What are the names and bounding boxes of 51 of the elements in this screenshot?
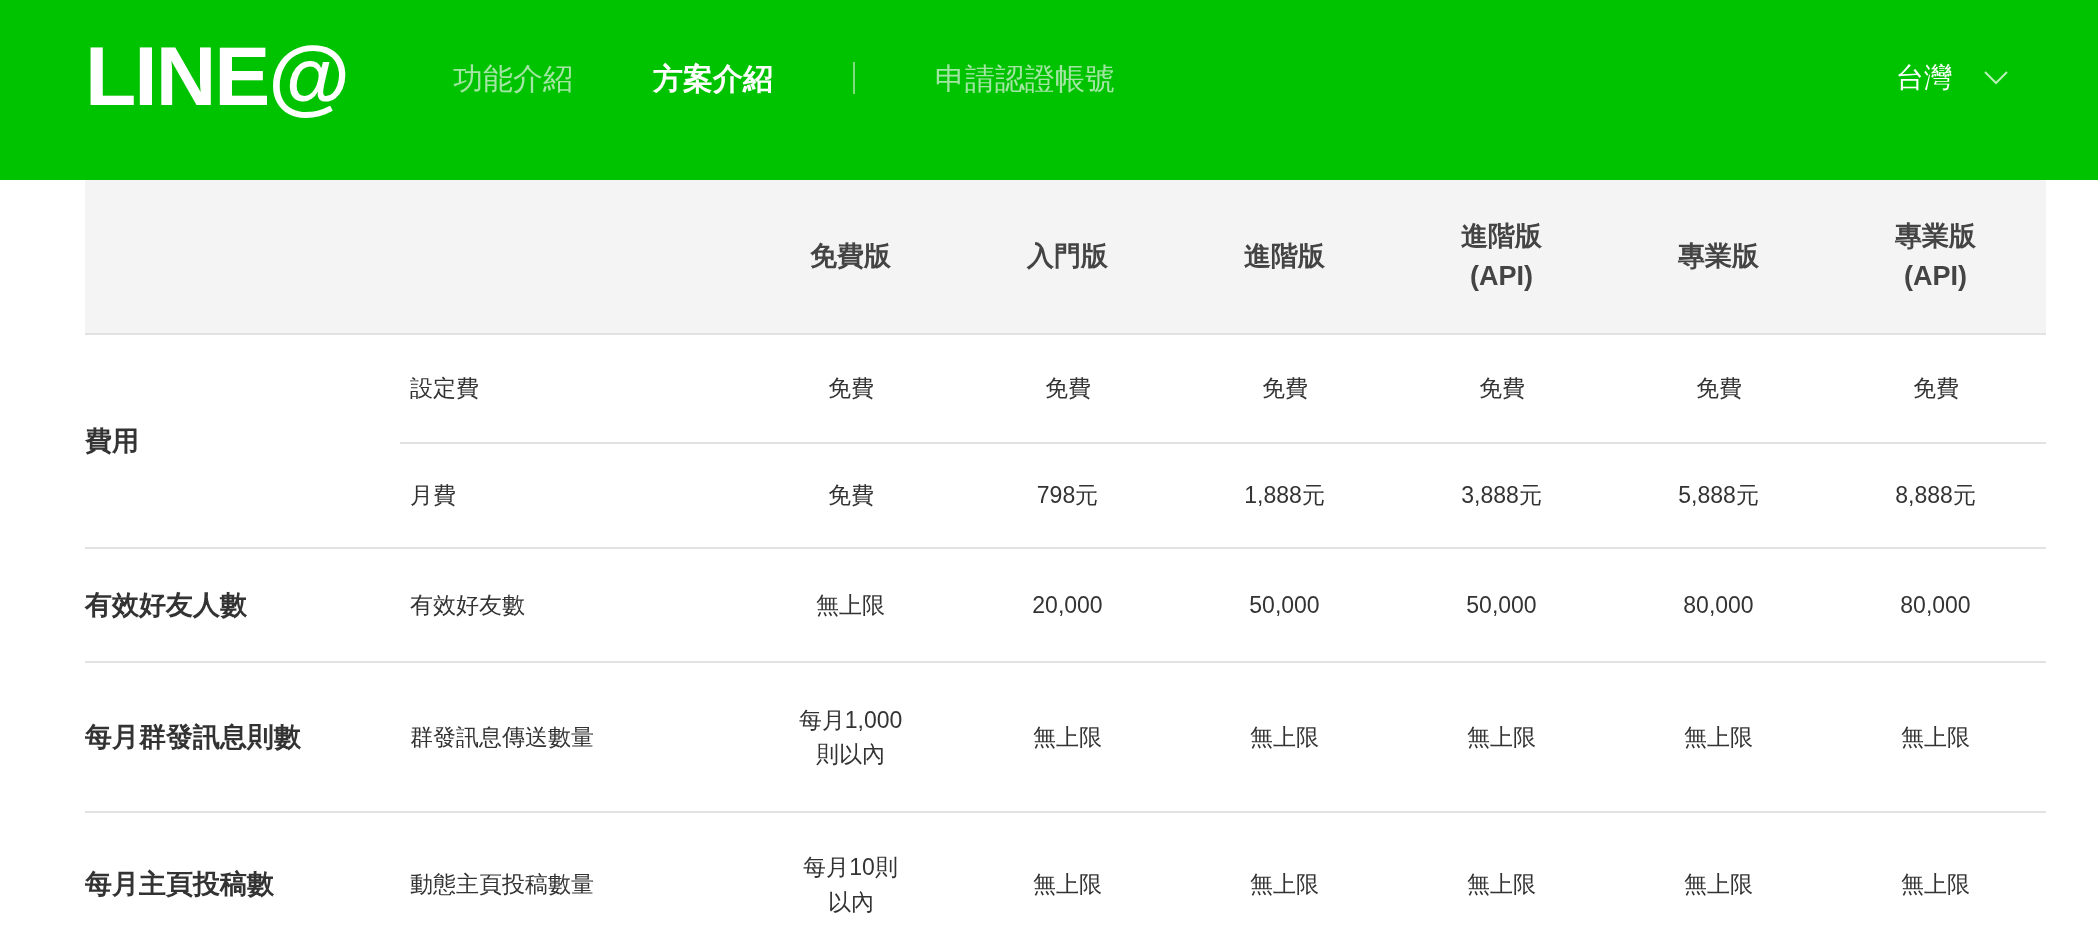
table-cell-text: 免費	[1261, 374, 1308, 404]
row-label: 有效好友數	[409, 590, 526, 620]
table-cell-text: 免費	[827, 374, 874, 404]
table-cell-text: 50,000	[1249, 590, 1320, 620]
table-cell-text: 8,888元	[1895, 481, 1976, 511]
table-cell-text: 50,000	[1466, 590, 1537, 620]
table-cell-text: 每月1,000則以內	[797, 705, 904, 769]
table-cell-text: 無上限	[1033, 722, 1102, 752]
table-cell-text: 無上限	[1901, 870, 1970, 900]
table-cell-text: 免費	[827, 481, 874, 511]
table-cell-text: 免費	[1695, 374, 1742, 404]
table-cell-text: 無上限	[1250, 722, 1319, 752]
category-label: 每月群發訊息則數	[85, 720, 301, 754]
category-label: 每月主頁投稿數	[85, 868, 274, 902]
column-header: 專業版 (API)	[1894, 220, 1977, 293]
column-header: 入門版	[1025, 239, 1109, 273]
nav-link[interactable]: 申請認證帳號	[935, 55, 1116, 101]
table-cell-text: 80,000	[1683, 590, 1754, 620]
column-header: 專業版	[1677, 239, 1760, 273]
table-cell-text: 798元	[1036, 481, 1099, 511]
column-header: 進階版 (API)	[1460, 220, 1543, 293]
column-header: 進階版	[1243, 239, 1326, 273]
table-cell-text: 3,888元	[1461, 481, 1542, 511]
table-cell-text: 無上限	[1684, 870, 1753, 900]
nav-link[interactable]: 方案介紹	[653, 55, 774, 101]
table-cell-text: 無上限	[1467, 722, 1536, 752]
row-label: 群發訊息傳送數量	[409, 722, 595, 752]
table-cell-text: 無上限	[1033, 870, 1102, 900]
category-label: 費用	[85, 424, 139, 458]
table-cell-text: 無上限	[1467, 870, 1536, 900]
nav-link[interactable]: 功能介紹	[453, 55, 574, 101]
region-selector[interactable]: 台灣	[1896, 57, 1952, 99]
table-cell-text: 每月10則以內	[802, 853, 899, 917]
logo[interactable]: LINE@	[85, 34, 349, 118]
table-cell-text: 無上限	[1250, 870, 1319, 900]
row-label: 月費	[409, 481, 457, 511]
table-cell-text: 無上限	[1901, 722, 1970, 752]
table-cell-text: 20,000	[1032, 590, 1103, 620]
table-cell-text: 無上限	[1684, 722, 1753, 752]
column-header: 免費版	[809, 239, 892, 273]
table-cell-text: 免費	[1044, 374, 1091, 404]
table-cell-text: 免費	[1478, 374, 1525, 404]
row-label: 設定費	[409, 374, 480, 404]
category-label: 有效好友人數	[85, 588, 247, 622]
chevron-down-icon[interactable]	[1984, 71, 2008, 85]
table-cell-text: 80,000	[1900, 590, 1971, 620]
row-label: 動態主頁投稿數量	[409, 870, 595, 900]
table-cell-text: 1,888元	[1244, 481, 1325, 511]
table-cell-text: 無上限	[816, 590, 885, 620]
table-cell-text: 5,888元	[1678, 481, 1759, 511]
table-cell-text: 免費	[1912, 374, 1959, 404]
